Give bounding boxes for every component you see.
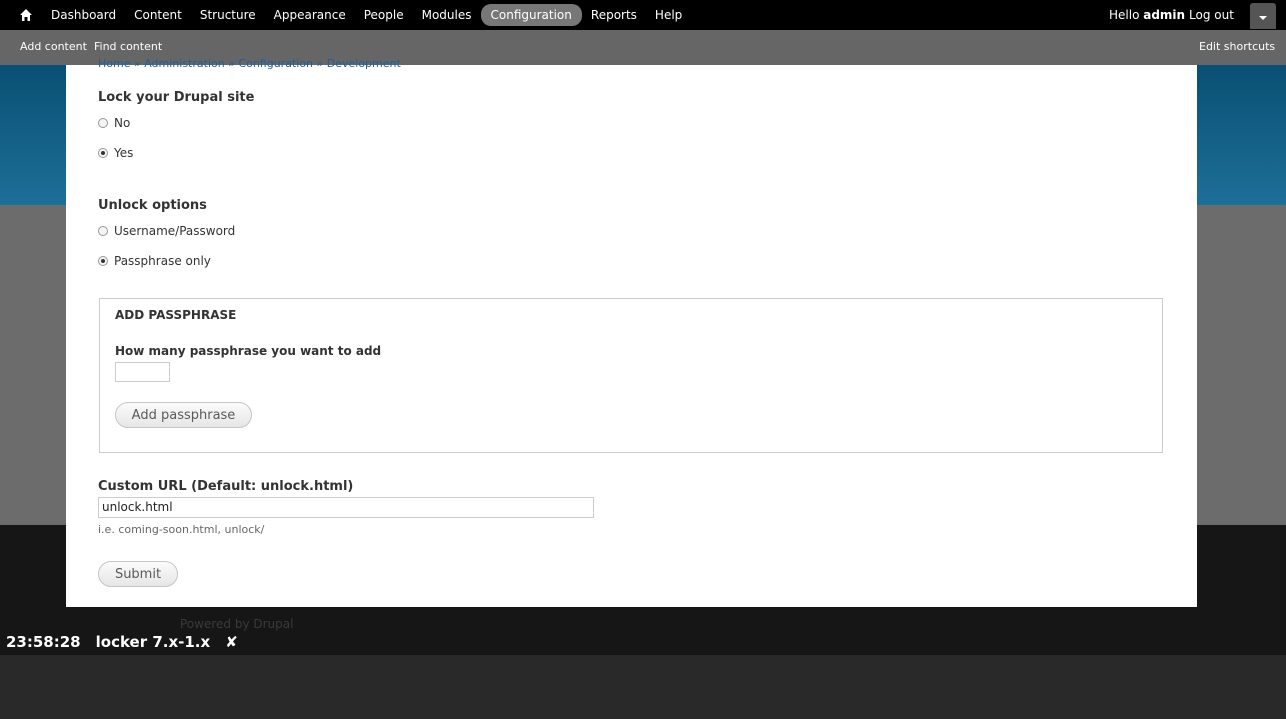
close-icon[interactable]: ✘ xyxy=(225,633,238,651)
menu-dashboard[interactable]: Dashboard xyxy=(42,4,125,26)
unlock-option-passphrase[interactable]: Passphrase only xyxy=(98,254,211,268)
logout-link[interactable]: Log out xyxy=(1189,8,1234,22)
shortcut-add-content[interactable]: Add content xyxy=(20,40,87,53)
passphrase-count-label: How many passphrase you want to add xyxy=(115,344,382,358)
custom-url-input[interactable]: unlock.html xyxy=(98,497,594,518)
custom-url-label: Custom URL (Default: unlock.html) xyxy=(98,479,354,494)
status-project: locker 7.x-1.x xyxy=(95,633,211,651)
edit-shortcuts-link[interactable]: Edit shortcuts xyxy=(1199,40,1275,53)
unlock-options-label: Unlock options xyxy=(98,198,207,213)
lock-site-label: Lock your Drupal site xyxy=(98,90,255,105)
menu-modules[interactable]: Modules xyxy=(413,4,481,26)
toolbar-menu: Dashboard Content Structure Appearance P… xyxy=(42,0,691,30)
status-bar: 23:58:28 locker 7.x-1.x ✘ xyxy=(0,630,238,654)
lock-option-yes-label: Yes xyxy=(114,146,134,160)
username-link[interactable]: admin xyxy=(1143,8,1185,22)
powered-by-drupal[interactable]: Powered by Drupal xyxy=(180,617,293,631)
unlock-option-username-label: Username/Password xyxy=(114,224,236,238)
lock-option-yes[interactable]: Yes xyxy=(98,146,133,160)
radio-button[interactable] xyxy=(98,226,108,236)
unlock-option-username[interactable]: Username/Password xyxy=(98,224,235,238)
shortcuts-toggle[interactable] xyxy=(1250,3,1276,29)
menu-structure[interactable]: Structure xyxy=(191,4,265,26)
lock-option-no-label: No xyxy=(114,116,131,130)
status-time: 23:58:28 xyxy=(6,633,81,651)
shortcut-find-content[interactable]: Find content xyxy=(94,40,162,53)
add-passphrase-button[interactable]: Add passphrase xyxy=(115,402,252,428)
menu-content[interactable]: Content xyxy=(125,4,191,26)
custom-url-description: i.e. coming-soon.html, unlock/ xyxy=(98,523,265,536)
user-greeting: Hello admin xyxy=(1109,8,1185,22)
unlock-option-passphrase-label: Passphrase only xyxy=(114,254,211,268)
menu-reports[interactable]: Reports xyxy=(582,4,646,26)
submit-button[interactable]: Submit xyxy=(98,561,178,587)
radio-button[interactable] xyxy=(98,118,108,128)
home-icon[interactable] xyxy=(19,8,33,22)
chevron-down-icon xyxy=(1259,16,1267,20)
breadcrumb[interactable]: Home » Administration » Configuration » … xyxy=(98,57,401,70)
fieldset-legend: ADD PASSPHRASE xyxy=(115,308,237,322)
menu-configuration[interactable]: Configuration xyxy=(480,4,582,26)
passphrase-count-input[interactable] xyxy=(115,362,170,382)
lock-option-no[interactable]: No xyxy=(98,116,130,130)
radio-button-checked[interactable] xyxy=(98,148,108,158)
menu-help[interactable]: Help xyxy=(646,4,691,26)
add-passphrase-fieldset: ADD PASSPHRASE How many passphrase you w… xyxy=(99,298,1163,453)
menu-appearance[interactable]: Appearance xyxy=(265,4,355,26)
content-panel: Home » Administration » Configuration » … xyxy=(66,57,1197,607)
hello-prefix: Hello xyxy=(1109,8,1144,22)
admin-toolbar: Dashboard Content Structure Appearance P… xyxy=(0,0,1286,30)
radio-button-checked[interactable] xyxy=(98,256,108,266)
menu-people[interactable]: People xyxy=(355,4,413,26)
bottom-background xyxy=(0,655,1286,719)
